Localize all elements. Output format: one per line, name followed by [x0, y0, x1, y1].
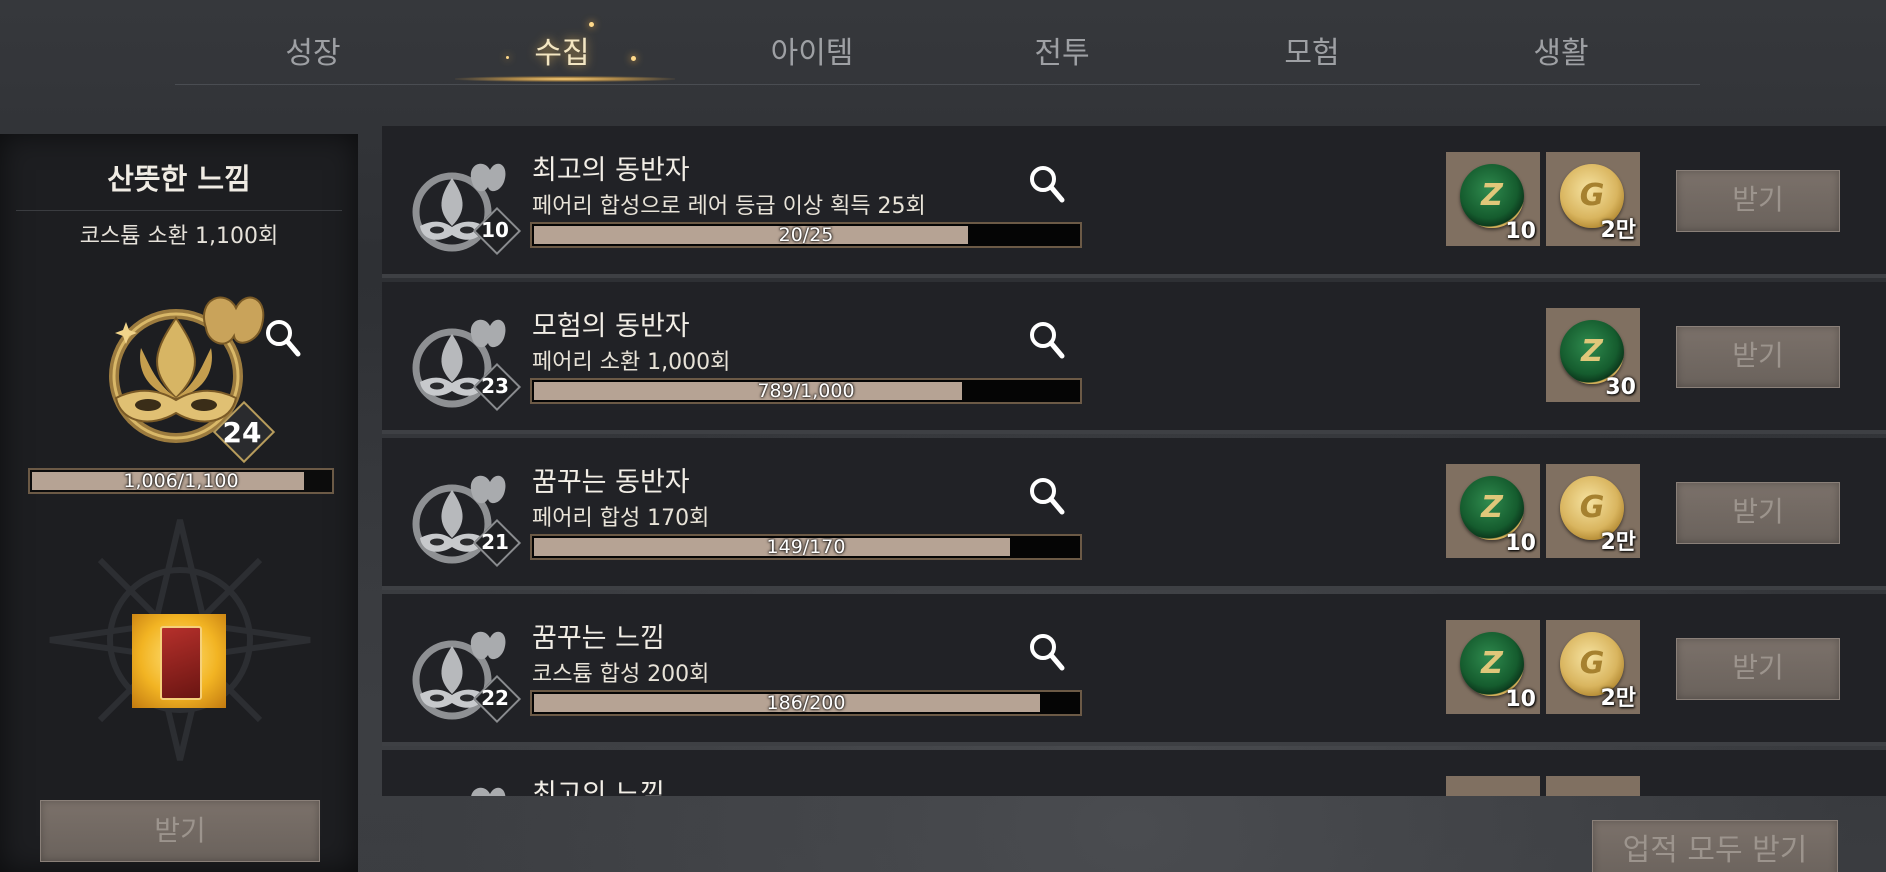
tab-life[interactable]: 생활	[1533, 28, 1588, 72]
featured-title: 산뜻한 느낌	[107, 162, 251, 196]
claim-button[interactable]: 받기	[1676, 170, 1840, 232]
tab-adventure[interactable]: 모험	[1284, 28, 1339, 72]
magnifier-icon[interactable]	[1028, 476, 1066, 518]
featured-progress-bar: 1,006/1,100	[28, 468, 334, 494]
progress-text: 1,006/1,100	[123, 470, 239, 492]
reward-quantity: 2만	[1600, 218, 1636, 243]
claim-button[interactable]: 받기	[1676, 326, 1840, 388]
claim-all-button[interactable]: 업적 모두 받기	[1592, 820, 1838, 872]
progress-text: 149/170	[766, 536, 846, 558]
reward-gold-coin[interactable]	[1546, 776, 1640, 796]
achievement-description: 페어리 소환 1,000회	[532, 350, 731, 375]
reward-quantity: 10	[1505, 687, 1536, 712]
reward-quantity: 30	[1605, 375, 1636, 400]
progress-bar: 186/200	[530, 690, 1082, 716]
achievement-screen: { "tabs": [ {"label": "성장", "active": fa…	[0, 0, 1886, 872]
magnifier-icon[interactable]	[1028, 320, 1066, 362]
featured-claim-button[interactable]: 받기	[40, 800, 320, 862]
reward-green-coin[interactable]: Z 10	[1446, 620, 1540, 714]
magnifier-icon[interactable]	[1028, 164, 1066, 206]
achievement-title: 최고의 동반자	[532, 155, 690, 186]
magnifier-icon[interactable]	[1028, 632, 1066, 674]
achievement-title: 최고의 느낌	[532, 779, 665, 796]
divider	[16, 210, 342, 211]
achievement-description: 페어리 합성 170회	[532, 506, 710, 531]
level-number: 21	[481, 530, 509, 554]
card-face	[160, 626, 202, 700]
reward-quantity: 2만	[1600, 686, 1636, 711]
featured-description: 코스튬 소환 1,100회	[79, 224, 279, 249]
progress-bar: 149/170	[530, 534, 1082, 560]
sparkle	[506, 56, 509, 59]
magnifier-icon[interactable]	[264, 318, 302, 360]
achievement-description: 페어리 합성으로 레어 등급 이상 획득 25회	[532, 194, 926, 219]
achievement-list: 10 최고의 동반자 페어리 합성으로 레어 등급 이상 획득 25회 20/2…	[382, 126, 1886, 796]
level-number: 22	[481, 686, 509, 710]
level-number: 10	[481, 218, 509, 242]
progress-text: 789/1,000	[757, 380, 855, 402]
achievement-row: 21 꿈꾸는 동반자 페어리 합성 170회 149/170 Z 10 G 2만…	[382, 438, 1886, 590]
tab-collection[interactable]: 수집	[534, 28, 589, 72]
sparkle	[589, 22, 594, 27]
achievement-title: 모험의 동반자	[532, 311, 690, 342]
tab-combat[interactable]: 전투	[1034, 28, 1089, 72]
sparkle	[631, 56, 636, 61]
reward-gold-coin[interactable]: G 2만	[1546, 620, 1640, 714]
progress-bar: 789/1,000	[530, 378, 1082, 404]
reward-gold-coin[interactable]: G 2만	[1546, 152, 1640, 246]
tab-item[interactable]: 아이템	[771, 28, 854, 72]
achievement-row: 10 최고의 동반자 페어리 합성으로 레어 등급 이상 획득 25회 20/2…	[382, 126, 1886, 278]
progress-text: 20/25	[778, 224, 834, 246]
reward-quantity: 10	[1505, 531, 1536, 556]
level-number: 24	[222, 416, 262, 449]
reward-green-coin[interactable]: Z 10	[1446, 152, 1540, 246]
reward-green-coin[interactable]: Z 30	[1546, 308, 1640, 402]
tab-growth[interactable]: 성장	[285, 28, 340, 72]
reward-quantity: 10	[1505, 219, 1536, 244]
reward-gold-coin[interactable]: G 2만	[1546, 464, 1640, 558]
claim-button[interactable]: 받기	[1676, 638, 1840, 700]
achievement-description: 코스튬 합성 200회	[532, 662, 710, 687]
progress-bar: 20/25	[530, 222, 1082, 248]
featured-achievement-panel: 산뜻한 느낌 코스튬 소환 1,100회 24 1,006/1,100 받기	[0, 134, 358, 872]
active-tab-indicator	[455, 76, 675, 82]
progress-text: 186/200	[766, 692, 846, 714]
reward-quantity: 2만	[1600, 530, 1636, 555]
reward-green-coin[interactable]	[1446, 776, 1540, 796]
mask-butterfly-emblem-icon	[471, 787, 506, 796]
level-number: 23	[481, 374, 509, 398]
category-tabs: 성장 수집 아이템 전투 모험 생활	[175, 0, 1700, 85]
achievement-title: 꿈꾸는 동반자	[532, 467, 690, 498]
achievement-title: 꿈꾸는 느낌	[532, 623, 665, 654]
achievement-row: 22 꿈꾸는 느낌 코스튬 합성 200회 186/200 Z 10 G 2만 …	[382, 594, 1886, 746]
costume-card-icon[interactable]	[132, 614, 226, 708]
achievement-row: 23 모험의 동반자 페어리 소환 1,000회 789/1,000 Z 30 …	[382, 282, 1886, 434]
reward-green-coin[interactable]: Z 10	[1446, 464, 1540, 558]
claim-button[interactable]: 받기	[1676, 482, 1840, 544]
achievement-row: 최고의 느낌	[382, 750, 1886, 796]
